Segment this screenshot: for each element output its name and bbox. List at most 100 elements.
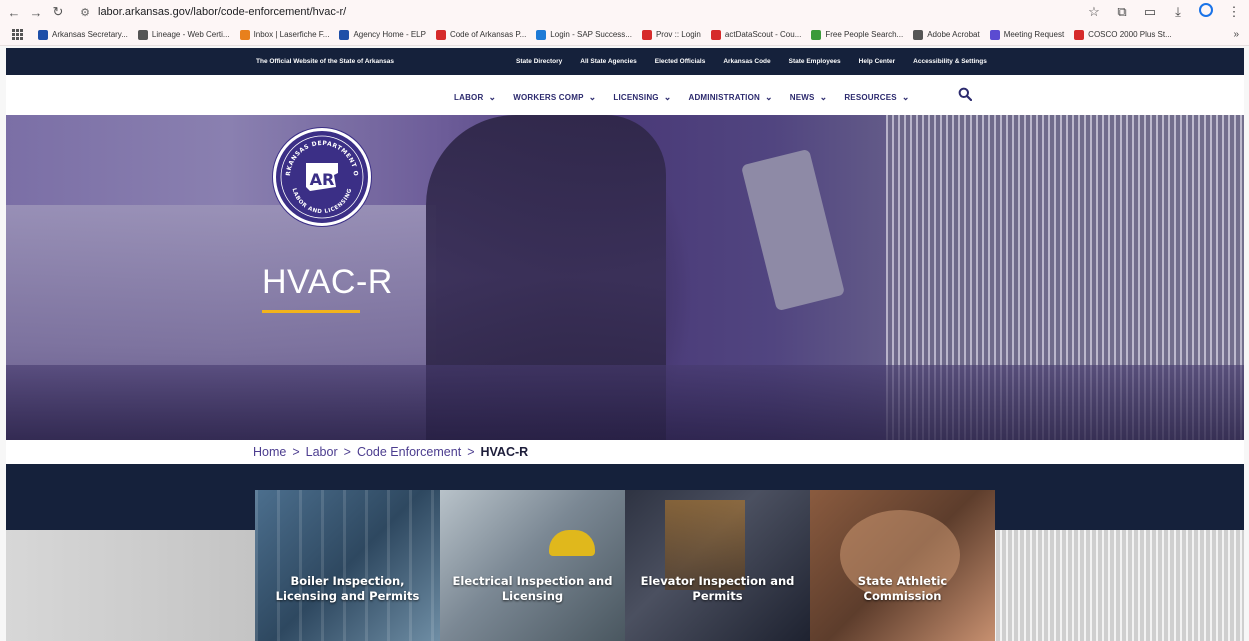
bookmark-item[interactable]: Agency Home - ELP: [339, 29, 426, 40]
bookmark-item[interactable]: Arkansas Secretary...: [38, 29, 128, 40]
related-card[interactable]: Electrical Inspection and Licensing: [440, 490, 625, 641]
nav-item-label: RESOURCES: [844, 93, 897, 102]
utility-link[interactable]: Help Center: [859, 58, 895, 65]
site-info-icon[interactable]: ⚙: [78, 5, 92, 19]
breadcrumb-separator: >: [467, 445, 475, 459]
card-label: Boiler Inspection, Licensing and Permits: [275, 574, 420, 603]
official-site-label: The Official Website of the State of Ark…: [256, 58, 394, 65]
bookmark-label: Arkansas Secretary...: [52, 30, 128, 39]
profile-icon[interactable]: [1197, 3, 1215, 20]
tab-search-icon[interactable]: ▭: [1141, 4, 1159, 20]
bookmark-label: Prov :: Login: [655, 30, 701, 39]
bookmark-favicon-icon: [811, 29, 822, 40]
bookmark-item[interactable]: Code of Arkansas P...: [435, 29, 527, 40]
breadcrumb-link[interactable]: Code Enforcement: [357, 445, 461, 459]
website: The Official Website of the State of Ark…: [6, 48, 1244, 641]
bookmark-favicon-icon: [536, 29, 547, 40]
bookmark-item[interactable]: Prov :: Login: [641, 29, 701, 40]
nav-item[interactable]: NEWS ⌄: [790, 92, 828, 103]
related-card[interactable]: Boiler Inspection, Licensing and Permits: [255, 490, 440, 641]
nav-item-label: ADMINISTRATION: [688, 93, 761, 102]
bookmark-label: COSCO 2000 Plus St...: [1088, 30, 1172, 39]
nav-item-label: WORKERS COMP: [513, 93, 584, 102]
page-title: HVAC-R: [262, 263, 393, 301]
bookmark-favicon-icon: [710, 29, 721, 40]
nav-item[interactable]: ADMINISTRATION ⌄: [688, 92, 772, 103]
bookmark-label: Inbox | Laserfiche F...: [253, 30, 330, 39]
breadcrumb-link[interactable]: Home: [253, 445, 286, 459]
seal-graphic: ARKANSAS DEPARTMENT OF LABOR AND LICENSI…: [273, 126, 366, 221]
search-icon[interactable]: [958, 87, 972, 101]
bookmark-label: Agency Home - ELP: [353, 30, 426, 39]
utility-link[interactable]: State Employees: [789, 58, 841, 65]
chevron-down-icon: ⌄: [819, 92, 828, 102]
related-cards: Boiler Inspection, Licensing and Permits…: [255, 490, 995, 641]
breadcrumb: Home > Labor > Code Enforcement > HVAC-R: [6, 440, 1244, 464]
nav-item[interactable]: LICENSING ⌄: [613, 92, 671, 103]
nav-item[interactable]: LABOR ⌄: [454, 92, 496, 103]
reload-icon[interactable]: ↻: [50, 4, 66, 20]
chevron-down-icon: ⌄: [488, 92, 497, 102]
breadcrumb-separator: >: [292, 445, 300, 459]
utility-link[interactable]: Arkansas Code: [723, 58, 770, 65]
utility-bar: The Official Website of the State of Ark…: [6, 48, 1244, 75]
breadcrumb-link[interactable]: Labor: [306, 445, 338, 459]
bookmark-item[interactable]: COSCO 2000 Plus St...: [1074, 29, 1172, 40]
main-nav: LABOR ⌄ WORKERS COMP ⌄ LICENSING ⌄ ADMINISTRAT…: [6, 75, 1244, 115]
download-icon[interactable]: ⤓: [1169, 4, 1187, 20]
bookmark-item[interactable]: Adobe Acrobat: [913, 29, 980, 40]
utility-link[interactable]: State Directory: [516, 58, 562, 65]
utility-link[interactable]: Elected Officials: [655, 58, 706, 65]
bookmark-favicon-icon: [989, 29, 1000, 40]
bookmark-item[interactable]: Lineage - Web Certi...: [137, 29, 230, 40]
chevron-down-icon: ⌄: [663, 92, 672, 102]
breadcrumb-separator: >: [343, 445, 351, 459]
back-icon[interactable]: ←: [6, 4, 22, 20]
bookmark-favicon-icon: [435, 29, 446, 40]
breadcrumb-current: HVAC-R: [480, 445, 529, 459]
bookmark-item[interactable]: Free People Search...: [811, 29, 904, 40]
bookmark-item[interactable]: actDataScout - Cou...: [710, 29, 801, 40]
utility-link[interactable]: All State Agencies: [580, 58, 636, 65]
toolbar-actions: ☆ ⧉ ▭ ⤓ ⋮: [1085, 3, 1243, 20]
seal-mark: AR: [310, 170, 335, 189]
apps-grid-icon[interactable]: [12, 28, 24, 41]
chevron-down-icon: ⌄: [588, 92, 597, 102]
bookmark-star-icon[interactable]: ☆: [1085, 4, 1103, 20]
department-logo[interactable]: ARKANSAS DEPARTMENT OF LABOR AND LICENSI…: [273, 126, 371, 226]
nav-item[interactable]: WORKERS COMP ⌄: [513, 92, 596, 103]
browser-window: ← → ↻ ⚙ labor.arkansas.gov/labor/code-en…: [0, 0, 1249, 641]
browser-toolbar: ← → ↻ ⚙ labor.arkansas.gov/labor/code-en…: [0, 0, 1249, 24]
nav-item-label: LABOR: [454, 93, 484, 102]
nav-menu: LABOR ⌄ WORKERS COMP ⌄ LICENSING ⌄ ADMINISTRAT…: [454, 92, 910, 103]
bookmark-label: Meeting Request: [1003, 30, 1065, 39]
address-bar[interactable]: labor.arkansas.gov/labor/code-enforcemen…: [98, 6, 346, 18]
bookmark-favicon-icon: [1074, 29, 1085, 40]
forward-icon[interactable]: →: [28, 4, 44, 20]
bookmark-label: Lineage - Web Certi...: [151, 30, 230, 39]
extensions-icon[interactable]: ⧉: [1113, 4, 1131, 20]
utility-link[interactable]: Accessibility & Settings: [913, 58, 987, 65]
related-card[interactable]: State Athletic Commission: [810, 490, 995, 641]
nav-item-label: NEWS: [789, 93, 815, 102]
bookmarks-bar: Arkansas Secretary... Lineage - Web Certi…: [0, 24, 1249, 46]
bookmark-item[interactable]: Login - SAP Success...: [536, 29, 632, 40]
card-label: Electrical Inspection and Licensing: [452, 574, 613, 603]
hero-device: [740, 148, 846, 312]
bookmark-item[interactable]: Inbox | Laserfiche F...: [239, 29, 330, 40]
bookmark-item[interactable]: Meeting Request: [989, 29, 1065, 40]
bookmark-label: Free People Search...: [825, 30, 904, 39]
bookmark-label: Login - SAP Success...: [550, 30, 632, 39]
hero-banner: HVAC-R: [6, 115, 1244, 440]
bookmark-label: Code of Arkansas P...: [449, 30, 527, 39]
bookmark-favicon-icon: [239, 29, 250, 40]
more-bookmarks-icon[interactable]: »: [1233, 29, 1239, 40]
menu-icon[interactable]: ⋮: [1225, 4, 1243, 20]
bookmark-favicon-icon: [641, 29, 652, 40]
related-section: Boiler Inspection, Licensing and Permits…: [6, 464, 1244, 641]
bookmark-favicon-icon: [137, 29, 148, 40]
related-card[interactable]: Elevator Inspection and Permits: [625, 490, 810, 641]
bookmark-label: Adobe Acrobat: [927, 30, 980, 39]
nav-item[interactable]: RESOURCES ⌄: [844, 92, 909, 103]
card-label: Elevator Inspection and Permits: [640, 574, 795, 603]
